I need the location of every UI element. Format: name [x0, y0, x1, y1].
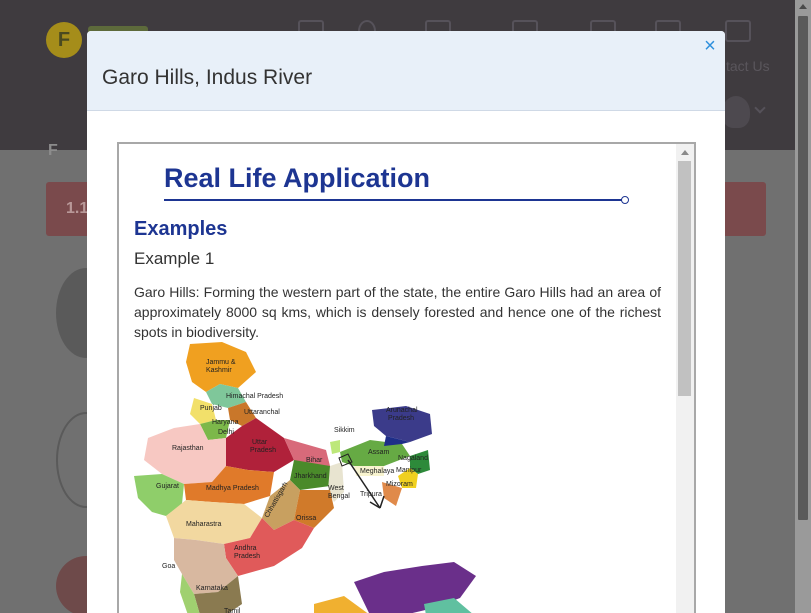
- background-logo: F: [46, 22, 82, 58]
- frame-content: Real Life Application Examples Example 1…: [119, 144, 676, 613]
- svg-text:Jammu &: Jammu &: [206, 359, 236, 366]
- india-map-image: Jammu & Kashmir Himachal Pradesh Punjab …: [134, 342, 476, 613]
- examples-heading: Examples: [134, 218, 228, 240]
- svg-text:Tripura: Tripura: [360, 491, 382, 498]
- svg-text:Arunachal: Arunachal: [386, 407, 418, 414]
- svg-text:Manipur: Manipur: [396, 467, 422, 474]
- svg-text:Rajasthan: Rajasthan: [172, 445, 204, 452]
- svg-text:Tamil: Tamil: [224, 608, 241, 613]
- frame-scrollbar[interactable]: [676, 144, 694, 613]
- modal-dialog: Garo Hills, Indus River × Real Life Appl…: [87, 31, 725, 613]
- svg-text:Gujarat: Gujarat: [156, 483, 179, 490]
- svg-text:Maharastra: Maharastra: [186, 521, 222, 528]
- svg-text:Pradesh: Pradesh: [388, 415, 414, 422]
- modal-header: Garo Hills, Indus River ×: [87, 31, 725, 111]
- svg-text:Haryana: Haryana: [212, 419, 239, 426]
- svg-text:Goa: Goa: [162, 563, 175, 570]
- modal-title: Garo Hills, Indus River: [102, 66, 313, 89]
- page-scrollbar[interactable]: [795, 0, 811, 613]
- title-underline: [164, 199, 626, 201]
- example-label: Example 1: [134, 249, 215, 268]
- svg-text:Karnataka: Karnataka: [196, 585, 228, 592]
- scroll-up-icon[interactable]: [681, 150, 689, 155]
- svg-text:Kashmir: Kashmir: [206, 367, 232, 374]
- svg-text:Uttaranchal: Uttaranchal: [244, 409, 280, 416]
- svg-text:Pradesh: Pradesh: [234, 553, 260, 560]
- section-title: Real Life Application: [164, 163, 431, 193]
- svg-text:Assam: Assam: [368, 449, 390, 456]
- svg-text:Jharkhand: Jharkhand: [294, 473, 327, 480]
- example-paragraph: Garo Hills: Forming the western part of …: [134, 284, 661, 340]
- svg-text:Punjab: Punjab: [200, 405, 222, 412]
- svg-text:Bengal: Bengal: [328, 493, 350, 500]
- svg-text:Orissa: Orissa: [296, 515, 316, 522]
- page-scrollbar-thumb[interactable]: [798, 16, 808, 520]
- svg-text:West: West: [328, 485, 344, 492]
- svg-text:Himachal Pradesh: Himachal Pradesh: [226, 393, 283, 400]
- frame-scrollbar-thumb[interactable]: [678, 161, 691, 396]
- scroll-up-icon[interactable]: [799, 4, 807, 9]
- svg-text:Meghalaya: Meghalaya: [360, 468, 394, 475]
- svg-text:Uttar: Uttar: [252, 439, 268, 446]
- svg-text:Andhra: Andhra: [234, 545, 257, 552]
- svg-text:Mizoram: Mizoram: [386, 481, 413, 488]
- svg-text:Delhi: Delhi: [218, 429, 234, 436]
- content-frame[interactable]: Real Life Application Examples Example 1…: [117, 142, 696, 613]
- background-tab-label: 1.1: [66, 200, 89, 217]
- contact-us-link: tact Us: [726, 58, 770, 74]
- close-icon[interactable]: ×: [701, 36, 719, 56]
- svg-text:Bihar: Bihar: [306, 457, 323, 464]
- avatar: [722, 96, 750, 128]
- mail-icon: [725, 20, 751, 42]
- background-title: F: [48, 142, 58, 159]
- svg-text:Sikkim: Sikkim: [334, 427, 355, 434]
- svg-text:Nagaland: Nagaland: [398, 455, 428, 462]
- svg-text:Pradesh: Pradesh: [250, 447, 276, 454]
- svg-text:Madhya Pradesh: Madhya Pradesh: [206, 485, 259, 492]
- title-underline-dot: [621, 196, 629, 204]
